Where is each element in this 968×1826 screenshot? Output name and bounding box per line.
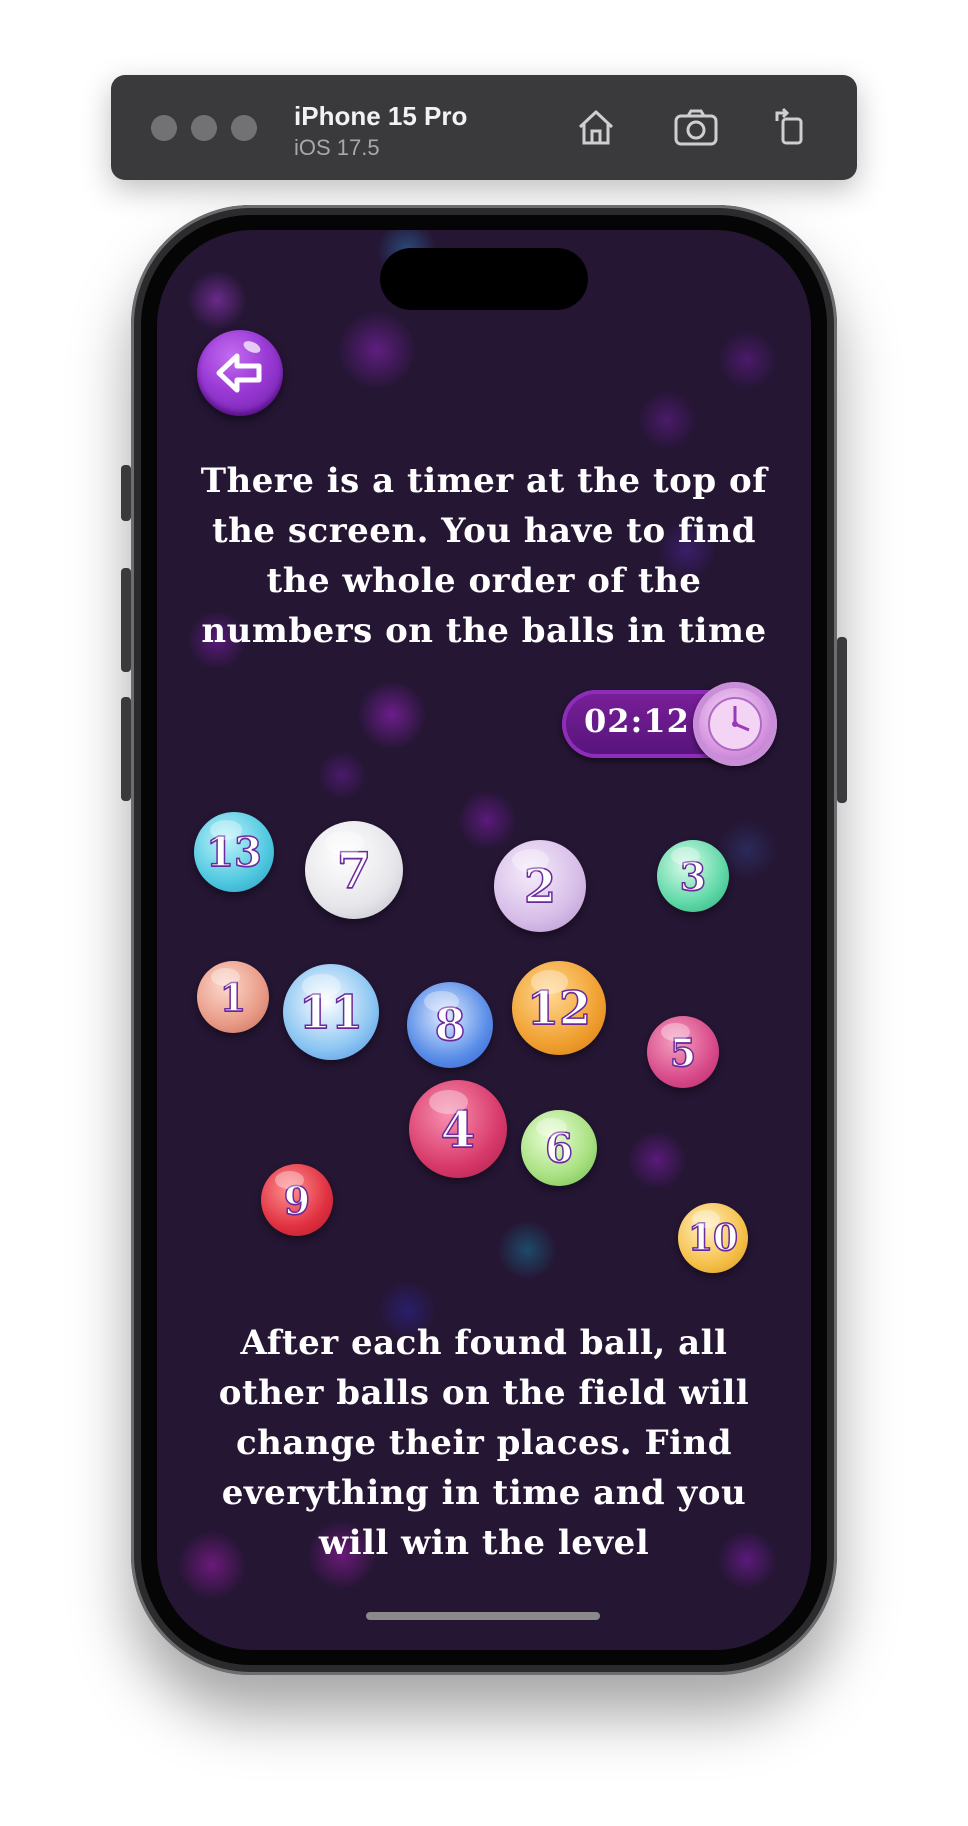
screenshot-icon[interactable] bbox=[668, 99, 724, 155]
ball-8[interactable]: 8 bbox=[407, 982, 493, 1068]
ball-9[interactable]: 9 bbox=[261, 1164, 333, 1236]
game-screen: There is a timer at the top of the scree… bbox=[157, 230, 811, 1650]
volume-up-button bbox=[121, 568, 131, 672]
ball-11[interactable]: 11 bbox=[283, 964, 379, 1060]
clock-icon bbox=[693, 682, 777, 766]
dynamic-island bbox=[380, 248, 588, 310]
ball-5[interactable]: 5 bbox=[647, 1016, 719, 1088]
ball-2[interactable]: 2 bbox=[494, 840, 586, 932]
instruction-text-bottom: After each found ball, all other balls o… bbox=[218, 1323, 750, 1563]
home-icon[interactable] bbox=[568, 99, 624, 155]
timer-value: 02:12 bbox=[584, 702, 690, 740]
window-minimize-dot[interactable] bbox=[191, 115, 217, 141]
ball-4[interactable]: 4 bbox=[409, 1080, 507, 1178]
back-arrow-icon bbox=[216, 353, 262, 393]
ball-13[interactable]: 13 bbox=[194, 812, 274, 892]
ball-7[interactable]: 7 bbox=[305, 821, 403, 919]
home-indicator[interactable] bbox=[366, 1612, 600, 1620]
device-name: iPhone 15 Pro bbox=[294, 101, 468, 131]
power-button bbox=[837, 637, 847, 803]
window-close-dot[interactable] bbox=[151, 115, 177, 141]
simulator-toolbar: iPhone 15 Pro iOS 17.5 bbox=[111, 75, 857, 180]
ball-1[interactable]: 1 bbox=[197, 961, 269, 1033]
ball-6[interactable]: 6 bbox=[521, 1110, 597, 1186]
action-button bbox=[121, 465, 131, 521]
rotate-icon[interactable] bbox=[763, 99, 819, 155]
ball-12[interactable]: 12 bbox=[512, 961, 606, 1055]
os-version: iOS 17.5 bbox=[294, 135, 380, 160]
window-zoom-dot[interactable] bbox=[231, 115, 257, 141]
instruction-text-top: There is a timer at the top of the scree… bbox=[200, 461, 768, 651]
ball-10[interactable]: 10 bbox=[678, 1203, 748, 1273]
ball-3[interactable]: 3 bbox=[657, 840, 729, 912]
volume-down-button bbox=[121, 697, 131, 801]
back-button[interactable] bbox=[197, 330, 283, 416]
